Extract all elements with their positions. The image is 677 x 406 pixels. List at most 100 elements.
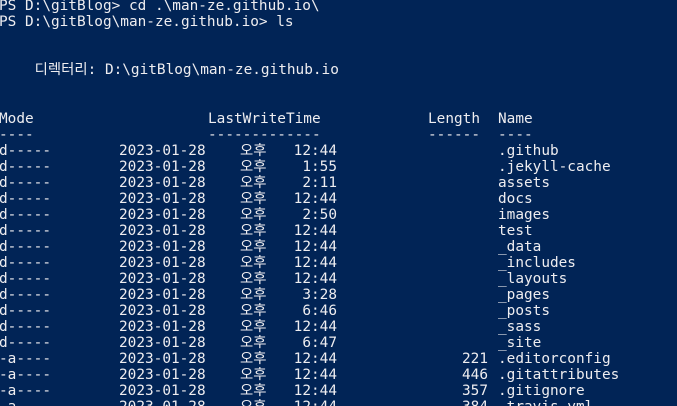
cell-time: 12:44	[293, 239, 337, 255]
underline-name: ----	[498, 127, 533, 143]
cell-mode: d-----	[0, 303, 51, 319]
cell-date: 2023-01-28	[119, 271, 206, 287]
cell-mode: -a----	[0, 367, 51, 383]
cell-time: 12:44	[280, 399, 337, 406]
cell-mode: d-----	[0, 159, 51, 175]
cell-date: 2023-01-28	[119, 367, 206, 383]
cell-date: 2023-01-28	[119, 399, 206, 406]
cell-ampm: 오후	[240, 143, 267, 159]
cell-mode: d-----	[0, 143, 51, 159]
cell-ampm: 오후	[240, 399, 280, 406]
command-prompt-line: PS D:\gitBlog\man-ze.github.io> ls	[0, 14, 294, 30]
cell-ampm: 오후	[240, 287, 267, 303]
header-lastwritetime: LastWriteTime	[208, 111, 321, 127]
header-mode: Mode	[0, 111, 34, 127]
cell-date: 2023-01-28	[119, 175, 206, 191]
underline-lastwritetime: -------------	[208, 127, 321, 143]
cell-name: .gitattributes	[498, 367, 620, 383]
cell-name: _includes	[498, 255, 576, 271]
cell-time: 2:50	[302, 207, 337, 223]
powershell-console[interactable]: PS D:\gitBlog> cd .\man-ze.github.io\ PS…	[0, 0, 677, 406]
cell-time: 12:44	[293, 351, 337, 367]
header-name: Name	[498, 111, 533, 127]
cell-ampm: 오후	[240, 335, 267, 351]
cell-time: 12:44	[293, 255, 337, 271]
cell-ampm: 오후	[240, 223, 267, 239]
cell-time: 1:55	[302, 159, 337, 175]
command-prompt-line: PS D:\gitBlog> cd .\man-ze.github.io\	[0, 0, 320, 14]
cell-ampm: 오후	[240, 191, 267, 207]
cell-date: 2023-01-28	[119, 383, 206, 399]
cell-date: 2023-01-28	[119, 159, 206, 175]
cell-time: 12:44	[293, 271, 337, 287]
cell-mode: d-----	[0, 223, 51, 239]
cell-name: _posts	[498, 303, 550, 319]
cell-date: 2023-01-28	[119, 239, 206, 255]
cell-length: 221	[462, 351, 488, 367]
cell-ampm: 오후	[240, 351, 267, 367]
cell-date: 2023-01-28	[119, 207, 206, 223]
cell-time: 6:46	[302, 303, 337, 319]
table-header-underline-row: ---- ------------- ------ ----	[0, 127, 533, 143]
cell-mode: d-----	[0, 271, 51, 287]
cell-name: docs	[498, 191, 533, 207]
cell-date: 2023-01-28	[119, 351, 206, 367]
cell-mode: d-----	[0, 255, 51, 271]
cell-mode: d-----	[0, 287, 51, 303]
cell-length: 446	[462, 367, 488, 383]
cell-name: .travis.yml	[498, 399, 593, 406]
cell-ampm: 오후	[240, 159, 267, 175]
cell-date: 2023-01-28	[119, 255, 206, 271]
cell-time: 6:47	[302, 335, 337, 351]
cell-date: 2023-01-28	[119, 191, 206, 207]
cell-mode: d-----	[0, 175, 51, 191]
cell-name: _data	[498, 239, 542, 255]
cell-ampm: 오후	[240, 207, 267, 223]
cell-mode: d-----	[0, 319, 51, 335]
cell-name: test	[498, 223, 533, 239]
cell-time: 2:11	[302, 175, 337, 191]
table-header-row: Mode LastWriteTime Length Name	[0, 111, 533, 127]
cell-name: _site	[498, 335, 542, 351]
cell-name: .jekyll-cache	[498, 159, 611, 175]
cell-ampm: 오후	[240, 255, 267, 271]
cell-name: .github	[498, 143, 559, 159]
underline-length: ------	[428, 127, 480, 143]
cell-mode: -a----	[0, 351, 51, 367]
cell-name: .editorconfig	[498, 351, 611, 367]
underline-mode: ----	[0, 127, 34, 143]
cell-mode: -a----	[0, 383, 51, 399]
cell-ampm: 오후	[240, 175, 267, 191]
directory-path-line: 디렉터리: D:\gitBlog\man-ze.github.io	[0, 62, 339, 78]
cell-date: 2023-01-28	[119, 319, 206, 335]
cell-mode: d-----	[0, 239, 51, 255]
cell-mode: d-----	[0, 191, 51, 207]
cell-date: 2023-01-28	[119, 223, 206, 239]
cell-mode: d-----	[0, 207, 51, 223]
cell-date: 2023-01-28	[119, 287, 206, 303]
cell-name: .gitignore	[498, 383, 585, 399]
cell-date: 2023-01-28	[119, 303, 206, 319]
cell-name: _pages	[498, 287, 550, 303]
cell-mode: -a----	[0, 399, 51, 406]
cell-time: 12:44	[293, 143, 337, 159]
cell-name: _sass	[498, 319, 542, 335]
cell-ampm: 오후	[240, 303, 267, 319]
cell-mode: d-----	[0, 335, 51, 351]
cell-name: _layouts	[498, 271, 568, 287]
cell-time: 3:28	[302, 287, 337, 303]
cell-name: assets	[498, 175, 550, 191]
cell-name: images	[498, 207, 550, 223]
cell-ampm: 오후	[240, 367, 267, 383]
cell-time: 12:44	[293, 191, 337, 207]
cell-time: 12:44	[293, 383, 337, 399]
cell-time: 12:44	[293, 319, 337, 335]
header-length: Length	[428, 111, 480, 127]
cell-date: 2023-01-28	[119, 335, 206, 351]
cell-length: 384	[420, 399, 488, 406]
cell-ampm: 오후	[240, 383, 267, 399]
cell-time: 12:44	[293, 367, 337, 383]
cell-ampm: 오후	[240, 239, 267, 255]
cell-ampm: 오후	[240, 319, 267, 335]
cell-length: 357	[462, 383, 488, 399]
